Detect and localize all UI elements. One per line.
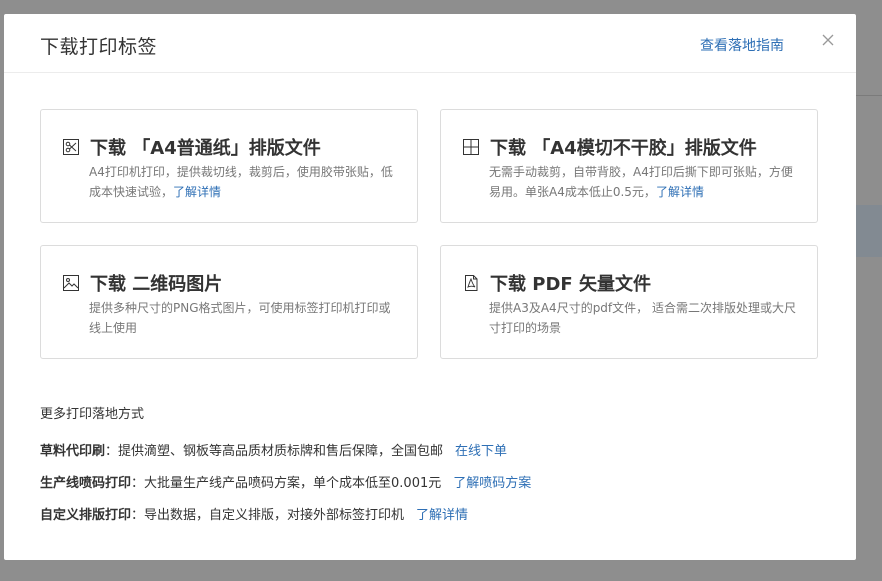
card-description: 无需手动裁剪，自带背胶，A4打印后撕下即可张贴，方便易用。单张A4成本低止0.5… [489,165,793,199]
learn-more-link[interactable]: 了解详情 [656,185,704,199]
card-title: 下载 「A4模切不干胶」排版文件 [490,138,757,159]
backdrop-highlight [856,205,882,257]
grid-icon [463,139,479,155]
row-text: ：提供滴塑、钢板等高品质材质标牌和售后保障，全国包邮 [105,444,444,459]
row-text: ：大批量生产线产品喷码方案，单个成本低至0.001元 [131,476,442,491]
card-qr-image[interactable]: 下载 二维码图片 提供多种尺寸的PNG格式图片，可使用标签打印机打印或线上使用 [40,245,418,359]
more-row-custom-print: 草料代印刷：提供滴塑、钢板等高品质材质标牌和售后保障，全国包邮 在线下单 [40,440,507,459]
backdrop-divider [856,95,882,96]
card-a4-die-cut-sticker[interactable]: 下载 「A4模切不干胶」排版文件 无需手动裁剪，自带背胶，A4打印后撕下即可张贴… [440,109,818,223]
row-label: 自定义排版打印 [40,508,132,523]
dialog-title: 下载打印标签 [40,36,158,58]
close-icon [822,34,834,46]
download-label-dialog: 下载打印标签 查看落地指南 下载 「A4普通纸」排版文件 A4打印机打印，提供裁… [4,14,856,560]
more-methods-title: 更多打印落地方式 [40,407,145,422]
card-pdf-vector[interactable]: 下载 PDF 矢量文件 提供A3及A4尺寸的pdf文件， 适合需二次排版处理或大… [440,245,818,359]
card-title: 下载 二维码图片 [90,274,223,295]
learn-more-link[interactable]: 了解详情 [173,185,221,199]
row-label: 草料代印刷 [40,444,106,459]
learn-more-link[interactable]: 了解详情 [416,508,468,523]
card-a4-plain-paper[interactable]: 下载 「A4普通纸」排版文件 A4打印机打印，提供裁切线，裁剪后，使用胶带张贴，… [40,109,418,223]
pdf-icon [463,275,479,291]
more-row-inkjet: 生产线喷码打印：大批量生产线产品喷码方案，单个成本低至0.001元 了解喷码方案 [40,472,531,491]
close-button[interactable] [820,32,836,48]
card-description: A4打印机打印，提供裁切线，裁剪后，使用胶带张贴，低成本快速试验，了解详情 [89,165,393,199]
image-icon [63,275,79,291]
row-text: ：导出数据，自定义排版，对接外部标签打印机 [131,508,405,523]
more-row-custom-layout: 自定义排版打印：导出数据，自定义排版，对接外部标签打印机 了解详情 [40,504,468,523]
scissors-icon [63,139,79,155]
card-description: 提供A3及A4尺寸的pdf文件， 适合需二次排版处理或大尺寸打印的场景 [489,301,796,335]
dialog-header: 下载打印标签 查看落地指南 [4,14,856,73]
guide-link[interactable]: 查看落地指南 [700,35,784,55]
card-description: 提供多种尺寸的PNG格式图片，可使用标签打印机打印或线上使用 [89,301,391,335]
inkjet-solution-link[interactable]: 了解喷码方案 [453,476,531,491]
card-title: 下载 「A4普通纸」排版文件 [90,138,321,159]
order-online-link[interactable]: 在线下单 [455,444,507,459]
card-title: 下载 PDF 矢量文件 [490,274,651,295]
row-label: 生产线喷码打印 [40,476,132,491]
